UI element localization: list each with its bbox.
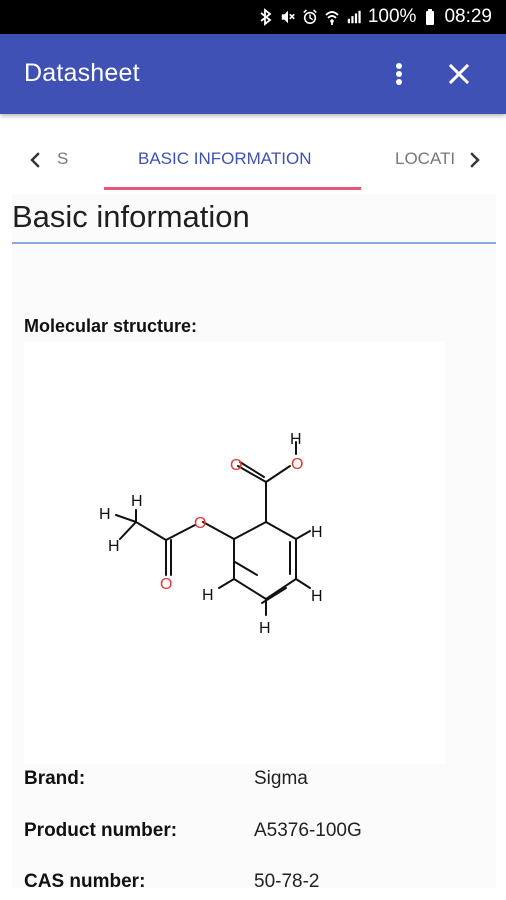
- chevron-right-icon: [470, 152, 480, 168]
- atom-o-ester-carbonyl: O: [160, 576, 172, 593]
- mute-icon: [280, 7, 296, 27]
- atom-o-hydroxyl: O: [291, 456, 303, 473]
- cas-number-label: CAS number:: [24, 871, 146, 888]
- atom-h-acid: H: [290, 431, 302, 448]
- wifi-icon: [324, 7, 340, 27]
- active-tab-indicator: [104, 187, 361, 190]
- tab-basic-information[interactable]: BASIC INFORMATION: [138, 148, 311, 170]
- product-number-label: Product number:: [24, 820, 178, 841]
- app-bar: Datasheet: [0, 34, 506, 114]
- next-tab-button[interactable]: [464, 148, 486, 172]
- atom-h-ring-3: H: [259, 620, 271, 637]
- section-divider: [12, 242, 496, 244]
- status-bar: 100% 08:29: [0, 0, 506, 34]
- app-title: Datasheet: [24, 59, 140, 87]
- atom-h-methyl-3: H: [108, 538, 120, 555]
- cas-number-value: 50-78-2: [254, 871, 320, 888]
- molecular-structure-label: Molecular structure:: [24, 316, 198, 336]
- atom-h-ring-1: H: [311, 524, 323, 541]
- molecule-diagram: O O O O H H H H H H H H: [99, 431, 323, 637]
- status-time: 08:29: [444, 6, 492, 27]
- tab-next-partial[interactable]: LOCATI: [395, 148, 455, 170]
- battery-icon: [422, 7, 438, 27]
- atom-h-ring-2: H: [311, 588, 323, 605]
- chevron-left-icon: [30, 152, 40, 168]
- status-icons: 100% 08:29: [258, 0, 492, 34]
- atom-h-methyl-2: H: [99, 506, 111, 523]
- section-heading: Basic information: [12, 199, 250, 234]
- molecular-structure-image: O O O O H H H H H H H H: [24, 342, 445, 764]
- tab-previous-partial[interactable]: S: [57, 148, 71, 170]
- more-options-button[interactable]: [382, 54, 416, 94]
- section-tabs: S BASIC INFORMATION LOCATI: [12, 124, 496, 195]
- brand-value: Sigma: [254, 768, 308, 789]
- previous-tab-button[interactable]: [24, 148, 46, 172]
- datasheet-content: Basic information Molecular structure: O…: [12, 194, 496, 888]
- atom-h-ring-4: H: [202, 587, 214, 604]
- brand-label: Brand:: [24, 768, 86, 789]
- signal-icon: [346, 7, 362, 27]
- bluetooth-icon: [258, 7, 274, 27]
- atom-o-carbonyl: O: [230, 457, 242, 474]
- close-icon: [448, 63, 470, 85]
- product-number-value: A5376-100G: [254, 820, 362, 841]
- close-button[interactable]: [440, 54, 478, 94]
- battery-percentage: 100%: [367, 6, 417, 27]
- alarm-icon: [302, 7, 318, 27]
- more-vert-icon: [396, 63, 402, 85]
- atom-o-ester: O: [194, 515, 206, 532]
- atom-h-methyl-1: H: [131, 493, 143, 510]
